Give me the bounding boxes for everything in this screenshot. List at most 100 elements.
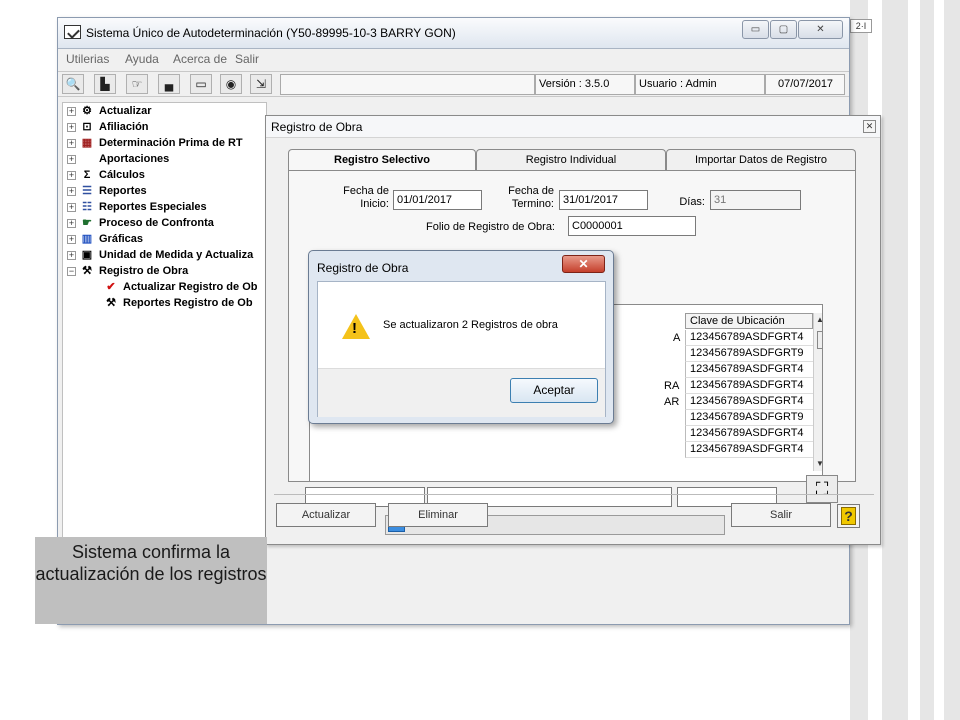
child-window-title: Registro de Obra [266, 116, 880, 138]
menu-ayuda[interactable]: Ayuda [125, 52, 159, 66]
tree-item-actualizar-registro[interactable]: ✔ Actualizar Registro de Ob [103, 279, 257, 295]
tools-icon: ⚒ [106, 296, 116, 309]
bar-chart-icon: ▥ [81, 232, 93, 245]
tree-item-label: Actualizar Registro de Ob [123, 281, 258, 293]
confront-icon: ☛ [82, 216, 92, 229]
calculator-icon: ▣ [81, 248, 93, 261]
table-row[interactable]: 123456789ASDFGRT4 [685, 442, 813, 458]
folio-label: Folio de Registro de Obra: [425, 221, 555, 233]
tree-item-label: Actualizar [99, 105, 152, 117]
tree-item-reportes-especiales[interactable]: + ☷ Reportes Especiales [67, 199, 207, 215]
fecha-termino-field[interactable]: 31/01/2017 [559, 190, 648, 210]
tree-item-reportes[interactable]: + ☰ Reportes [67, 183, 147, 199]
table-row[interactable]: 123456789ASDFGRT4 [685, 362, 813, 378]
hand-icon[interactable]: ☞ [126, 74, 148, 94]
scroll-down-icon[interactable]: ▼ [816, 459, 822, 468]
grid-header-clave[interactable]: Clave de Ubicación [685, 313, 813, 329]
tree-item-proceso-confronta[interactable]: + ☛ Proceso de Confronta [67, 215, 214, 231]
user-label: Usuario : Admin [635, 74, 765, 95]
tab-registro-selectivo[interactable]: Registro Selectivo [288, 149, 476, 172]
menu-salir[interactable]: Salir [235, 52, 259, 66]
salir-button[interactable]: Salir [731, 503, 831, 527]
tree-item-calculos[interactable]: + Σ Cálculos [67, 167, 145, 183]
sigma-icon: Σ [83, 168, 91, 181]
tab-registro-individual[interactable]: Registro Individual [476, 149, 666, 171]
fecha-inicio-field[interactable]: 01/01/2017 [393, 190, 482, 210]
dialog-message: Se actualizaron 2 Registros de obra [383, 319, 558, 331]
dialog-close-button[interactable]: ✕ [562, 255, 605, 273]
menubar: Utilerias Ayuda Acerca de Salir [58, 50, 849, 68]
table-row[interactable]: 123456789ASDFGRT4 [685, 394, 813, 410]
tree-item-label: Reportes [99, 185, 147, 197]
tree-item-aportaciones[interactable]: + Aportaciones [67, 151, 169, 167]
maximize-button[interactable]: ▢ [770, 20, 797, 39]
expand-icon[interactable]: + [67, 122, 76, 132]
table-row[interactable]: 123456789ASDFGRT4 [685, 330, 813, 346]
binoculars-icon[interactable]: ⛶ [806, 475, 838, 503]
folio-field[interactable]: C0000001 [568, 216, 696, 236]
close-button[interactable]: ✕ [798, 20, 843, 39]
help-button[interactable]: ? [837, 504, 860, 528]
tree-item-label: Aportaciones [99, 153, 170, 165]
tree-item-afiliacion[interactable]: + ⊡ Afiliación [67, 119, 149, 135]
tree-item-label: Reportes Registro de Ob [123, 297, 253, 309]
table-row[interactable]: 123456789ASDFGRT9 [685, 410, 813, 426]
tree-item-label: Gráficas [99, 233, 144, 245]
exit-icon[interactable]: ⇲ [250, 74, 272, 94]
scroll-thumb[interactable] [817, 331, 822, 349]
grid-text-fragment: RA [664, 380, 680, 392]
tree-item-determinacion[interactable]: + ▦ Determinación Prima de RT [67, 135, 243, 151]
eraser-icon[interactable]: ▭ [190, 74, 212, 94]
tree-item-label: Determinación Prima de RT [99, 137, 243, 149]
main-titlebar: Sistema Único de Autodeterminación (Y50-… [58, 18, 849, 49]
expand-icon[interactable]: + [67, 234, 76, 244]
checkmark-icon: ✔ [106, 280, 116, 293]
tree-item-label: Afiliación [99, 121, 149, 133]
scroll-up-icon[interactable]: ▲ [816, 315, 822, 324]
update-icon: ⚙ [82, 104, 92, 117]
child-close-button[interactable]: ✕ [863, 120, 876, 133]
tree-item-graficas[interactable]: + ▥ Gráficas [67, 231, 143, 247]
menu-acerca-de[interactable]: Acerca de [173, 52, 227, 66]
minimize-button[interactable]: ▭ [742, 20, 769, 39]
date-label: 07/07/2017 [765, 74, 845, 95]
caption-box: Sistema confirma la actualización de los… [35, 537, 267, 624]
blank-icon [79, 153, 95, 166]
expand-icon[interactable]: + [67, 106, 76, 116]
tree-item-unidad-medida[interactable]: + ▣ Unidad de Medida y Actualiza [67, 247, 253, 263]
search-icon[interactable]: 🔍 [62, 74, 84, 94]
table-row[interactable]: 123456789ASDFGRT9 [685, 346, 813, 362]
aceptar-button[interactable]: Aceptar [510, 378, 598, 403]
tab-importar-datos[interactable]: Importar Datos de Registro [666, 149, 856, 171]
collapse-icon[interactable]: − [67, 266, 76, 276]
main-window-title: Sistema Único de Autodeterminación (Y50-… [86, 26, 456, 40]
save-icon[interactable]: ▄ [158, 74, 180, 94]
table-row[interactable]: 123456789ASDFGRT4 [685, 378, 813, 394]
building-icon[interactable]: ▙ [94, 74, 116, 94]
globe-icon[interactable]: ◉ [220, 74, 242, 94]
grid-scrollbar[interactable]: ▲ ▼ [813, 313, 822, 471]
confirmation-dialog: Registro de Obra ✕ ! Se actualizaron 2 R… [308, 250, 614, 424]
grid-text-fragment: A [673, 332, 681, 344]
fecha-inicio-label: Fecha de Inicio: [343, 185, 389, 210]
expand-icon[interactable]: + [67, 186, 76, 196]
tree-item-reportes-registro[interactable]: ⚒ Reportes Registro de Ob [103, 295, 253, 311]
special-reports-icon: ☷ [82, 200, 92, 213]
tree-item-label: Cálculos [99, 169, 145, 181]
table-row[interactable]: 123456789ASDFGRT4 [685, 426, 813, 442]
tree-item-registro-obra[interactable]: − ⚒ Registro de Obra [67, 263, 188, 279]
tree-item-actualizar[interactable]: + ⚙ Actualizar [67, 103, 152, 119]
expand-icon[interactable]: + [67, 218, 76, 228]
expand-icon[interactable]: + [67, 154, 76, 164]
dialog-title: Registro de Obra [317, 261, 409, 275]
actualizar-button[interactable]: Actualizar [276, 503, 376, 527]
menu-utilerias[interactable]: Utilerias [66, 52, 109, 66]
eliminar-button[interactable]: Eliminar [388, 503, 488, 527]
expand-icon[interactable]: + [67, 250, 76, 260]
tree-item-label: Registro de Obra [99, 265, 189, 277]
expand-icon[interactable]: + [67, 202, 76, 212]
toolbar: 🔍 ▙ ☞ ▄ ▭ ◉ ⇲ Versión : 3.5.0 Usuario : … [58, 71, 849, 97]
expand-icon[interactable]: + [67, 170, 76, 180]
expand-icon[interactable]: + [67, 138, 76, 148]
tree-item-label: Proceso de Confronta [99, 217, 214, 229]
